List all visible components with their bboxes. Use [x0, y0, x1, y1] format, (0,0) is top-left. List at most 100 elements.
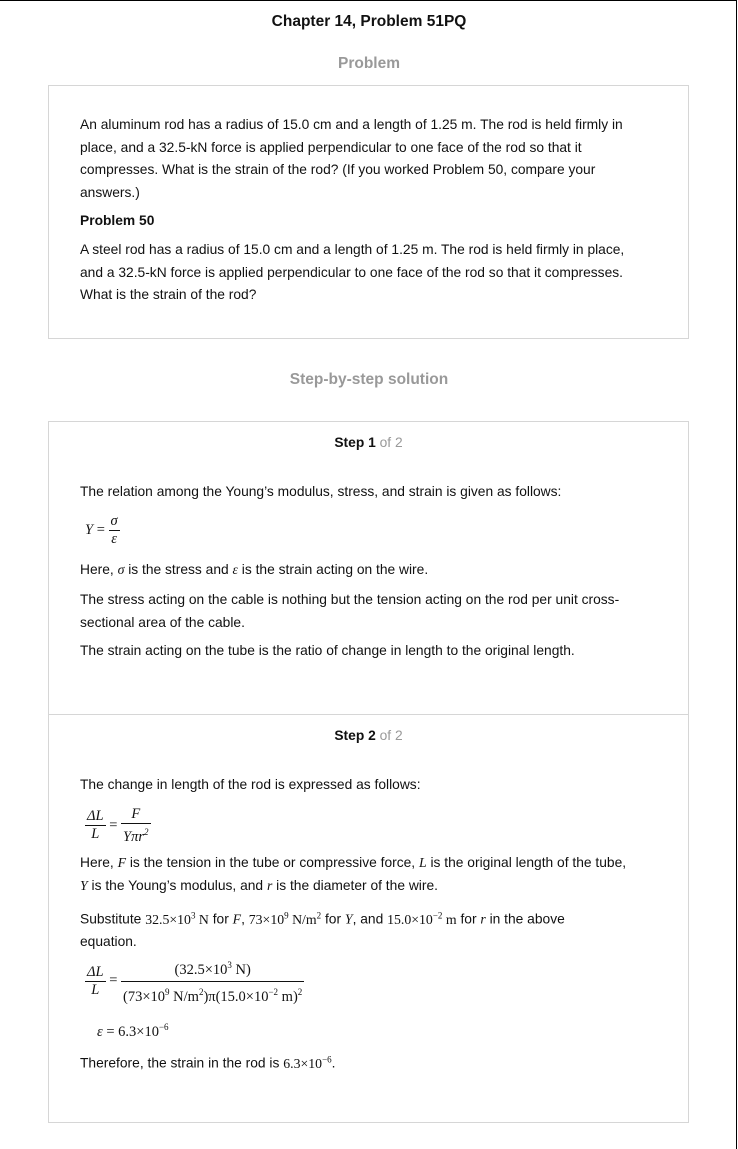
- conclusion-value: 6.3×10−6: [283, 1054, 332, 1071]
- fraction-denominator: (73×109 N/m2)π(15.0×10−2 m)2: [123, 986, 303, 1005]
- stress-explanation: The stress acting on the cable is nothin…: [80, 589, 660, 634]
- text: N: [195, 911, 209, 927]
- step-1-intro: The relation among the Young’s modulus, …: [80, 484, 562, 499]
- text: Therefore, the strain in the rod is: [80, 1055, 284, 1071]
- stress-line: sectional area of the cable.: [80, 614, 245, 630]
- radius-value: 15.0×10−2 m: [387, 910, 457, 927]
- substitution-text: Substitute 32.5×103 N for F, 73×109 N/m2…: [80, 904, 670, 954]
- text: Here,: [80, 855, 118, 870]
- text: N/m: [288, 911, 317, 927]
- text: is the Young’s modulus, and: [87, 877, 267, 893]
- fraction: ΔL L: [85, 808, 106, 843]
- step-2-intro: The change in length of the rod is expre…: [80, 777, 421, 792]
- page-title: Chapter 14, Problem 51PQ: [271, 13, 467, 30]
- problem-line: answers.): [80, 184, 140, 200]
- text: ,: [241, 911, 249, 927]
- fraction-denominator: L: [91, 826, 100, 843]
- text: Here,: [80, 562, 118, 577]
- step-1-header: Step 1 of 2: [49, 435, 688, 450]
- text: N/m: [169, 988, 199, 1005]
- problem-line: compresses. What is the strain of the ro…: [80, 162, 596, 177]
- text: for: [208, 911, 233, 927]
- youngs-modulus-equation: Y = σ ε: [85, 513, 120, 548]
- force-value: 32.5×103 N: [145, 910, 209, 927]
- text: m: [442, 911, 457, 927]
- fraction-numerator: F: [121, 806, 151, 824]
- problem-50-line: and a 32.5-kN force is applied perpendic…: [80, 264, 623, 280]
- fraction-numerator: ΔL: [85, 963, 106, 982]
- text: Yπr: [123, 828, 144, 845]
- fraction-numerator: ΔL: [85, 808, 106, 827]
- text: is the diameter of the wire.: [272, 877, 438, 893]
- step-2-here: Here, F is the tension in the tube or co…: [80, 852, 670, 897]
- problem-heading: Problem: [337, 55, 400, 72]
- fraction: F Yπr2: [121, 806, 151, 846]
- text: )π(15.0×10: [203, 988, 269, 1005]
- problem-50-text: A steel rod has a radius of 15.0 cm and …: [80, 239, 660, 307]
- exponent: −6: [322, 1054, 332, 1064]
- text: 32.5×10: [145, 911, 191, 927]
- fraction-numerator: σ: [108, 513, 120, 531]
- step-2-label: Step 2: [334, 728, 376, 743]
- length-change-equation: ΔL L = F Yπr2: [85, 806, 151, 846]
- step-2-header: Step 2 of 2: [49, 728, 688, 743]
- exponent: −2: [432, 910, 443, 920]
- youngs-modulus-symbol: Y: [80, 877, 88, 893]
- fraction: σ ε: [108, 513, 120, 548]
- problem-50-line: A steel rod has a radius of 15.0 cm and …: [80, 242, 625, 257]
- fraction-denominator: L: [91, 981, 100, 998]
- text: m): [278, 988, 298, 1005]
- modulus-value: 73×109 N/m2: [248, 910, 322, 927]
- step-1-label: Step 1: [334, 435, 376, 450]
- fraction: ΔL L: [85, 964, 106, 999]
- text: is the stress and: [124, 562, 233, 577]
- text: Substitute: [80, 911, 146, 927]
- text: = 6.3×10: [102, 1023, 159, 1040]
- conclusion: Therefore, the strain in the rod is 6.3×…: [80, 1048, 660, 1075]
- stress-line: The stress acting on the cable is nothin…: [80, 592, 620, 607]
- text: , and: [352, 911, 388, 927]
- substitution-line: equation.: [80, 934, 137, 950]
- problem-50-heading: Problem 50: [80, 213, 155, 228]
- here-line: Y is the Young’s modulus, and r is the d…: [80, 875, 670, 898]
- text: for: [456, 911, 481, 927]
- length-symbol: L: [418, 855, 427, 870]
- text: is the original length of the tube,: [426, 855, 627, 870]
- problem-line: An aluminum rod has a radius of 15.0 cm …: [80, 117, 623, 132]
- eq-lhs: Y: [85, 521, 94, 538]
- solution-heading: Step-by-step solution: [289, 371, 449, 388]
- strain-result: ε = 6.3×10−6: [97, 1022, 169, 1041]
- text: in the above: [485, 911, 565, 927]
- substitution-line: Substitute 32.5×103 N for F, 73×109 N/m2…: [80, 904, 670, 931]
- text: .: [331, 1055, 336, 1071]
- problem-box: An aluminum rod has a radius of 15.0 cm …: [48, 85, 689, 339]
- substituted-equation: ΔL L = (32.5×103 N) (73×109 N/m2)π(15.0×…: [85, 957, 305, 1006]
- step-divider: [49, 714, 688, 715]
- solution-box: Step 1 of 2 The relation among the Young…: [48, 421, 689, 1123]
- text: (73×10: [123, 988, 166, 1005]
- text: is the tension in the tube or compressiv…: [126, 855, 419, 870]
- text: 15.0×10: [387, 911, 433, 927]
- exponent: −6: [158, 1022, 169, 1032]
- text: 6.3×10: [283, 1055, 323, 1071]
- fraction: (32.5×103 N) (73×109 N/m2)π(15.0×10−2 m)…: [121, 957, 305, 1006]
- exponent: −2: [268, 986, 279, 997]
- strain-explanation: The strain acting on the tube is the rat…: [80, 643, 575, 658]
- text: N): [231, 961, 251, 978]
- text: (32.5×10: [174, 961, 228, 978]
- step-1-of: of 2: [379, 435, 403, 450]
- force-symbol: F: [232, 911, 242, 927]
- force-symbol: F: [117, 855, 127, 870]
- problem-50-line: What is the strain of the rod?: [80, 287, 257, 302]
- problem-line: place, and a 32.5-kN force is applied pe…: [80, 139, 582, 155]
- text: is the strain acting on the wire.: [237, 562, 429, 577]
- youngs-modulus-symbol: Y: [344, 911, 353, 927]
- fraction-numerator: (32.5×103 N): [121, 957, 305, 982]
- text: 73×10: [248, 911, 285, 927]
- step-2-of: of 2: [379, 728, 403, 743]
- here-line: Here, F is the tension in the tube or co…: [80, 852, 670, 875]
- fraction-denominator: ε: [111, 531, 117, 547]
- fraction-denominator: Yπr2: [123, 827, 149, 845]
- text: for: [321, 911, 345, 927]
- step-1-here: Here, σ is the stress and ε is the strai…: [80, 559, 660, 582]
